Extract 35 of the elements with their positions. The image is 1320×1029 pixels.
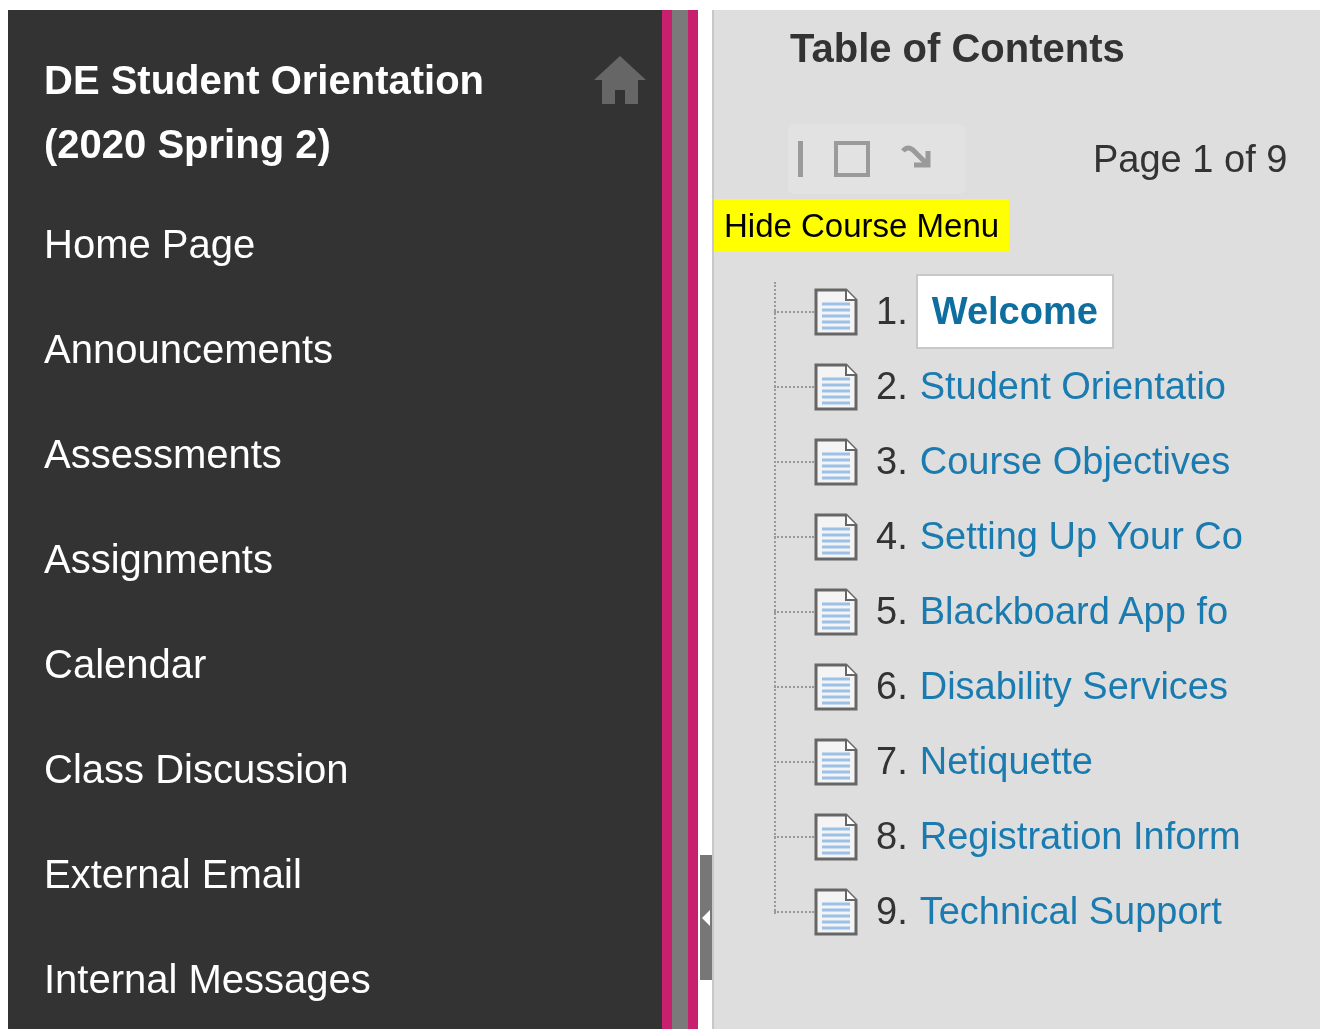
course-title[interactable]: DE Student Orientation (2020 Spring 2): [44, 48, 564, 176]
menu-item[interactable]: Class Discussion: [44, 717, 349, 822]
document-icon: [814, 287, 858, 336]
document-icon: [814, 737, 858, 786]
menu-item[interactable]: Calendar: [44, 612, 207, 717]
menu-item[interactable]: Announcements: [44, 297, 334, 402]
document-icon: [814, 662, 858, 711]
hide-menu-link[interactable]: Hide Course Menu: [714, 199, 1010, 252]
document-icon: [814, 512, 858, 561]
square-icon[interactable]: [834, 141, 870, 177]
collapse-handle[interactable]: [700, 855, 712, 980]
item-number: 8.: [876, 815, 908, 858]
document-icon: [814, 587, 858, 636]
item-number: 3.: [876, 440, 908, 483]
home-icon[interactable]: [594, 56, 646, 104]
item-number: 2.: [876, 365, 908, 408]
document-icon: [814, 437, 858, 486]
menu-item[interactable]: Internal Messages: [44, 927, 371, 1029]
bar-icon[interactable]: [798, 141, 804, 177]
page-title: Table of Contents: [790, 26, 1126, 70]
item-number: 1.: [876, 290, 908, 333]
item-number: 5.: [876, 590, 908, 633]
document-icon: [814, 362, 858, 411]
item-number: 4.: [876, 515, 908, 558]
menu-item[interactable]: Home Page: [44, 192, 256, 297]
page-indicator: Page 1 of 9: [1093, 137, 1288, 181]
item-number: 6.: [876, 665, 908, 708]
menu-item[interactable]: External Email: [44, 822, 302, 927]
menu-item[interactable]: Assignments: [44, 507, 273, 612]
document-icon: [814, 887, 858, 936]
item-number: 7.: [876, 740, 908, 783]
item-number: 9.: [876, 890, 908, 933]
menu-item[interactable]: Assessments: [44, 402, 282, 507]
document-icon: [814, 812, 858, 861]
toc-link[interactable]: Welcome: [915, 274, 1114, 349]
